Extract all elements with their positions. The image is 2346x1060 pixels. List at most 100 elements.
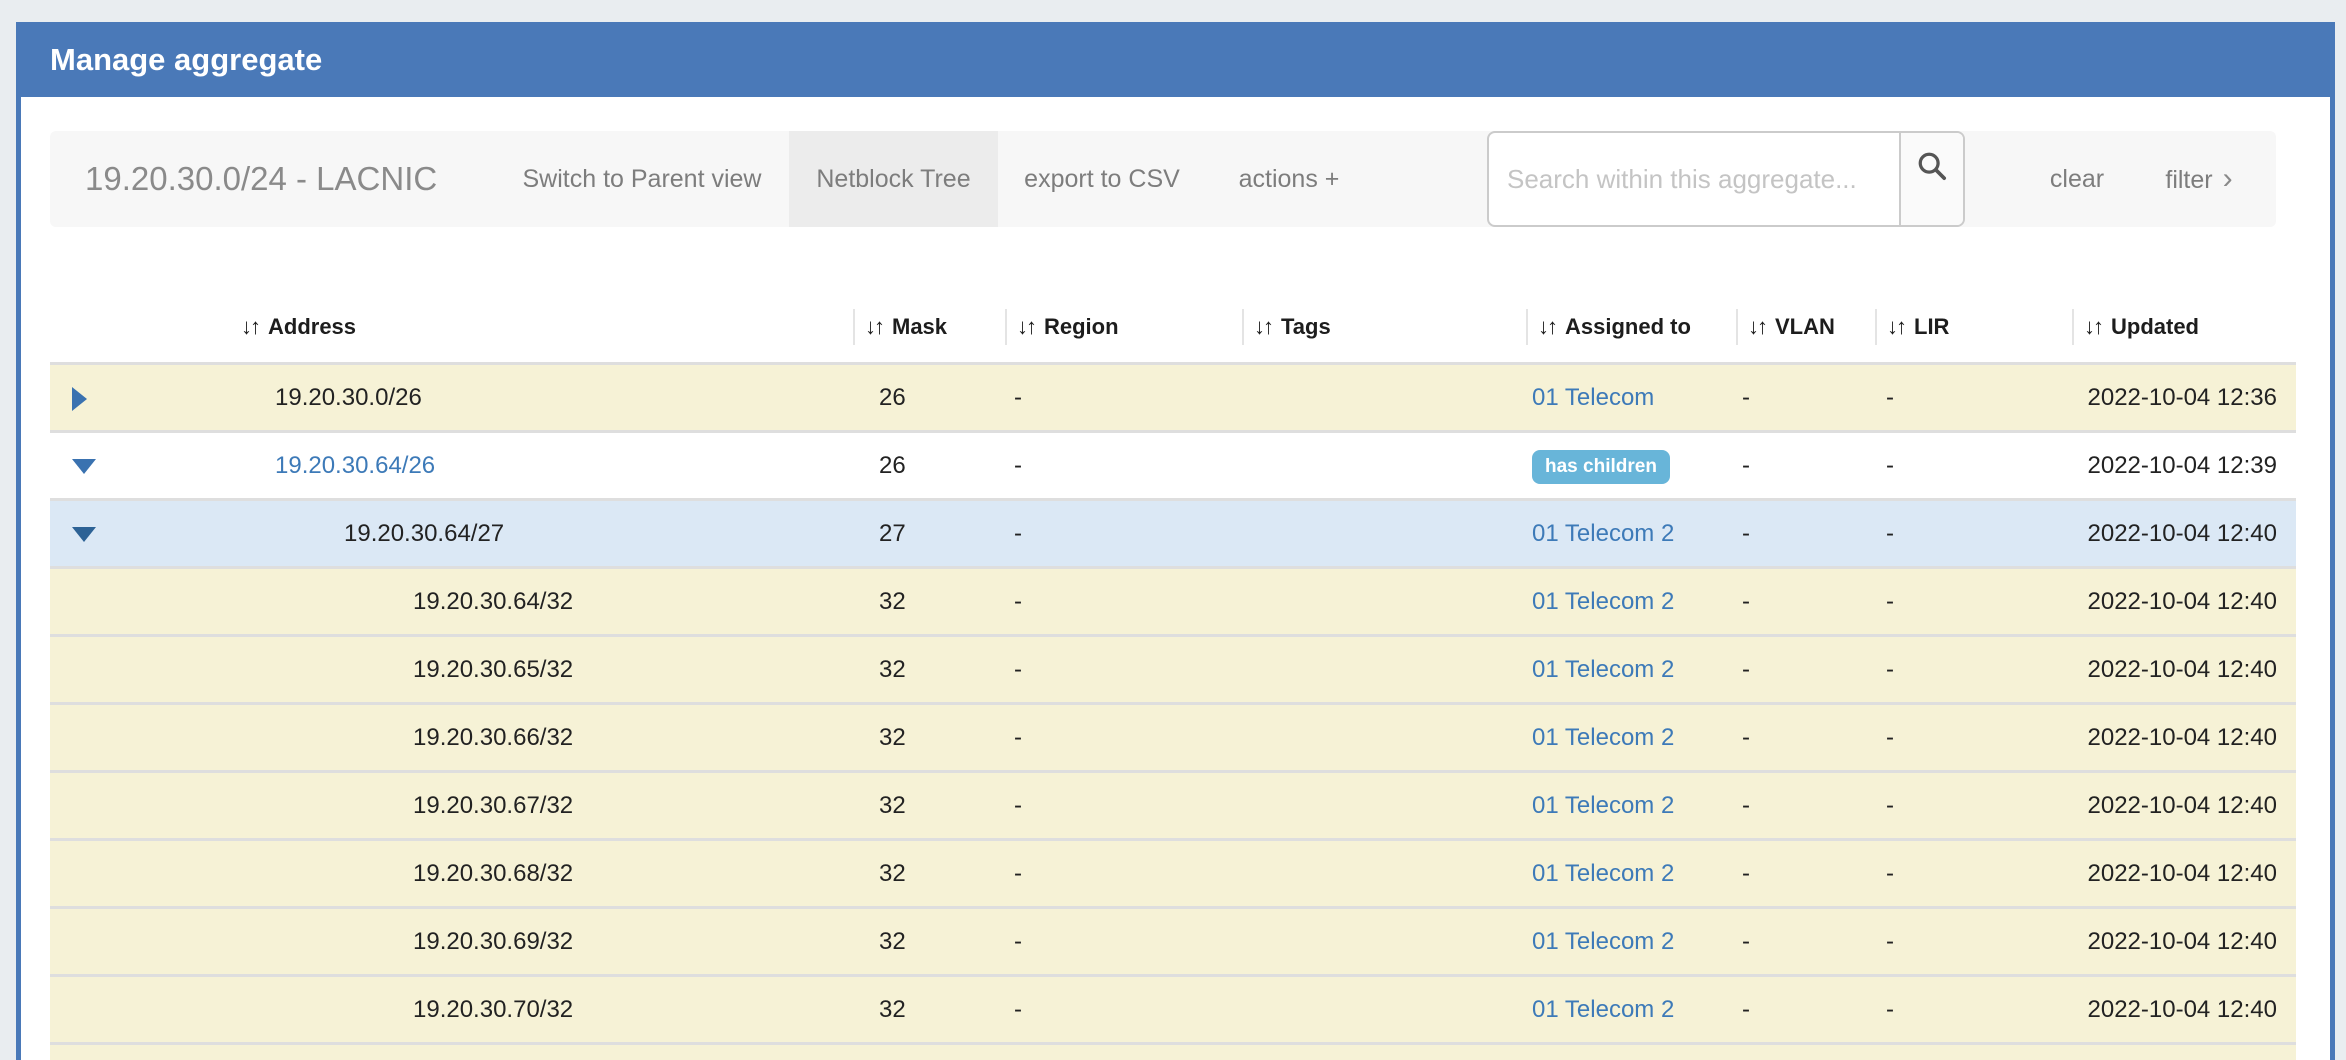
assigned-to-cell: has children [1526,433,1736,498]
address-cell [229,1045,853,1060]
table-row: 19.20.30.64/3232-01 Telecom 2--2022-10-0… [50,566,2296,634]
aggregate-label: 19.20.30.0/24 - LACNIC [85,131,437,227]
assigned-resource-link[interactable]: 01 Telecom 2 [1532,860,1674,887]
address-cell: 19.20.30.69/32 [229,909,853,974]
vlan-cell: - [1736,637,1875,702]
assigned-resource-link[interactable]: 01 Telecom 2 [1532,656,1674,683]
updated-cell: 2022-10-04 12:40 [2072,773,2296,838]
tags-cell [1242,637,1526,702]
lir-cell [1875,1045,2072,1060]
vlan-cell: - [1736,773,1875,838]
search-button[interactable] [1899,133,1963,225]
lir-cell: - [1875,433,2072,498]
region-cell: - [1005,977,1242,1042]
tags-cell [1242,433,1526,498]
vlan-cell: - [1736,909,1875,974]
col-header-label: Assigned to [1565,314,1691,339]
export-to-csv-button[interactable]: export to CSV [1002,131,1202,227]
address-cell: 19.20.30.64/32 [229,569,853,634]
updated-cell: 2022-10-04 12:40 [2072,569,2296,634]
actions-menu-button[interactable]: actions + [1204,131,1374,227]
table-row: 19.20.30.64/2626-has children--2022-10-0… [50,430,2296,498]
address-cell: 19.20.30.68/32 [229,841,853,906]
mask-cell: 26 [853,433,1005,498]
collapse-icon[interactable] [72,459,96,474]
search-group [1487,131,1965,227]
col-header-mask[interactable]: ↓↑Mask [853,302,1005,352]
toolbar: 19.20.30.0/24 - LACNIC Switch to Parent … [50,131,2276,227]
expander-cell [50,705,229,770]
lir-cell: - [1875,773,2072,838]
assigned-to-cell: 01 Telecom 2 [1526,841,1736,906]
region-cell: - [1005,909,1242,974]
assigned-resource-link[interactable]: 01 Telecom 2 [1532,588,1674,615]
netblock-tree-tab[interactable]: Netblock Tree [789,131,998,227]
assigned-resource-link[interactable]: 01 Telecom 2 [1532,928,1674,955]
assigned-resource-link[interactable]: 01 Telecom [1532,384,1654,411]
region-cell: - [1005,773,1242,838]
col-header-tags[interactable]: ↓↑Tags [1242,302,1526,352]
sort-icon: ↓↑ [1538,314,1556,339]
col-header-lir[interactable]: ↓↑ LIR [1875,302,2072,352]
collapse-icon[interactable] [72,527,96,542]
expander-cell [50,569,229,634]
expander-cell [50,773,229,838]
lir-cell: - [1875,501,2072,566]
mask-cell: 32 [853,637,1005,702]
vlan-cell: - [1736,977,1875,1042]
assigned-to-cell: 01 Telecom 2 [1526,705,1736,770]
vlan-cell: - [1736,365,1875,430]
table-row [50,1042,2296,1060]
sort-icon: ↓↑ [1887,314,1905,339]
region-cell [1005,1045,1242,1060]
switch-to-parent-view-button[interactable]: Switch to Parent view [512,131,772,227]
col-header-assigned-to[interactable]: ↓↑ Assigned to [1526,302,1736,352]
magnifier-icon [1915,131,1949,227]
table-row: 19.20.30.68/3232-01 Telecom 2--2022-10-0… [50,838,2296,906]
address-cell: 19.20.30.64/27 [229,501,853,566]
assigned-to-cell [1526,1045,1736,1060]
assigned-to-cell: 01 Telecom 2 [1526,773,1736,838]
col-header-updated[interactable]: ↓↑Updated [2072,302,2296,352]
address-cell: 19.20.30.0/26 [229,365,853,430]
updated-cell: 2022-10-04 12:40 [2072,637,2296,702]
region-cell: - [1005,365,1242,430]
updated-cell: 2022-10-04 12:40 [2072,977,2296,1042]
col-header-label: Mask [892,314,947,339]
chevron-right-icon: › [2223,162,2233,195]
col-header-label: VLAN [1775,314,1835,339]
vlan-cell: - [1736,841,1875,906]
search-input[interactable] [1489,133,1899,225]
assigned-resource-link[interactable]: 01 Telecom 2 [1532,724,1674,751]
tags-cell [1242,977,1526,1042]
mask-cell: 32 [853,977,1005,1042]
region-cell: - [1005,637,1242,702]
filter-button[interactable]: filter› [2124,131,2274,227]
col-header-label: LIR [1914,314,1949,339]
assigned-resource-link[interactable]: 01 Telecom 2 [1532,996,1674,1023]
lir-cell: - [1875,365,2072,430]
col-header-region[interactable]: ↓↑Region [1005,302,1242,352]
updated-cell: 2022-10-04 12:40 [2072,705,2296,770]
assigned-resource-link[interactable]: 01 Telecom 2 [1532,520,1674,547]
lir-cell: - [1875,569,2072,634]
col-header-vlan[interactable]: ↓↑VLAN [1736,302,1875,352]
assigned-resource-link[interactable]: 01 Telecom 2 [1532,792,1674,819]
region-cell: - [1005,501,1242,566]
col-header-label: Region [1044,314,1119,339]
col-header-address[interactable]: ↓↑Address [50,302,853,352]
table-row: 19.20.30.66/3232-01 Telecom 2--2022-10-0… [50,702,2296,770]
assigned-to-cell: 01 Telecom 2 [1526,977,1736,1042]
vlan-cell [1736,1045,1875,1060]
address-cell: 19.20.30.67/32 [229,773,853,838]
expand-icon[interactable] [72,387,87,411]
netblock-link[interactable]: 19.20.30.64/26 [275,452,435,479]
page-title: Manage aggregate [16,22,2335,97]
address-cell: 19.20.30.66/32 [229,705,853,770]
expander-cell [50,433,229,498]
assigned-to-cell: 01 Telecom 2 [1526,909,1736,974]
expander-cell [50,637,229,702]
updated-cell: 2022-10-04 12:36 [2072,365,2296,430]
lir-cell: - [1875,977,2072,1042]
table-row: 19.20.30.69/3232-01 Telecom 2--2022-10-0… [50,906,2296,974]
